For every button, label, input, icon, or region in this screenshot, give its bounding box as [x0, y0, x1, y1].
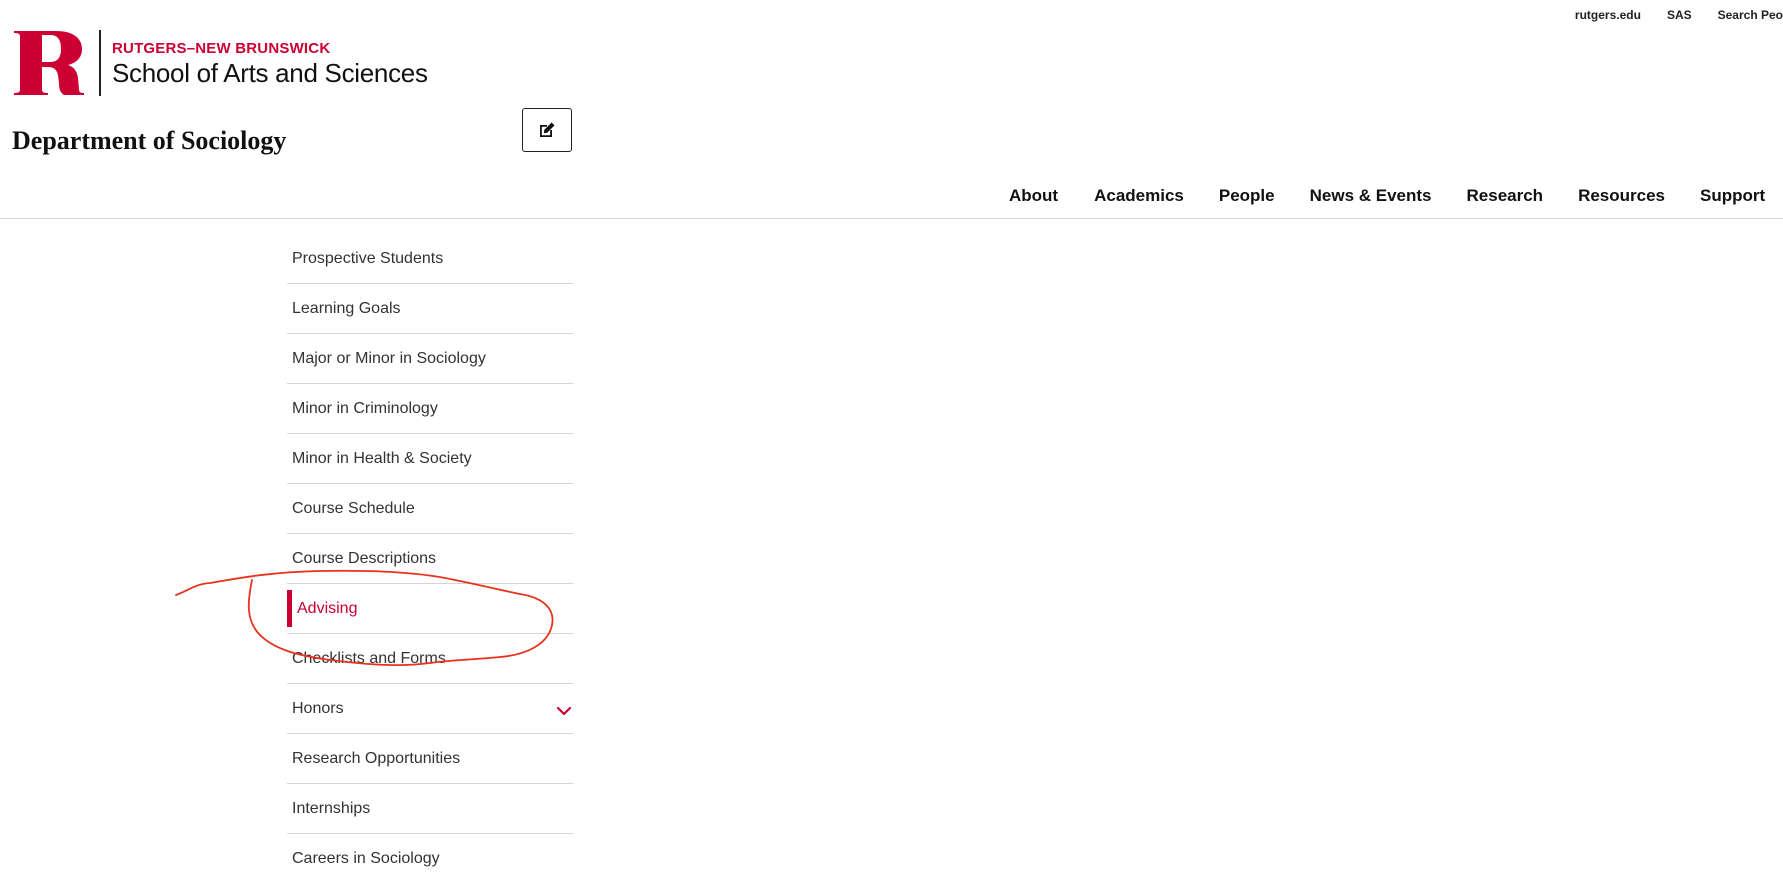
rutgers-r-logo — [14, 31, 84, 95]
sidebar-item-course-schedule[interactable]: Course Schedule — [287, 484, 573, 534]
nav-people[interactable]: People — [1219, 186, 1275, 206]
sidebar-item-minor-criminology[interactable]: Minor in Criminology — [287, 384, 573, 434]
sidebar-item-learning-goals[interactable]: Learning Goals — [287, 284, 573, 334]
brand-school: School of Arts and Sciences — [112, 57, 428, 88]
sidebar-item-label: Advising — [297, 599, 358, 617]
department-title[interactable]: Department of Sociology — [12, 126, 286, 156]
sidebar-item-label: Learning Goals — [292, 299, 401, 317]
brand-campus: RUTGERS–NEW BRUNSWICK — [112, 39, 331, 57]
sidebar-item-label: Minor in Criminology — [292, 399, 438, 417]
edit-icon — [540, 122, 555, 137]
sidebar-item-label: Minor in Health & Society — [292, 449, 472, 467]
sidebar-item-label: Prospective Students — [292, 249, 444, 267]
sidebar-item-label: Research Opportunities — [292, 749, 461, 767]
nav-support[interactable]: Support — [1700, 186, 1765, 206]
utility-link-sas[interactable]: SAS — [1667, 8, 1692, 22]
brand-text: RUTGERS–NEW BRUNSWICK School of Arts and… — [112, 41, 428, 86]
sidebar-item-label: Course Schedule — [292, 499, 415, 517]
main-nav: About Academics People News & Events Res… — [1009, 186, 1783, 206]
chevron-down-icon[interactable] — [555, 702, 573, 720]
sidebar-item-careers[interactable]: Careers in Sociology — [287, 834, 573, 884]
nav-about[interactable]: About — [1009, 186, 1058, 206]
sidebar-item-prospective-students[interactable]: Prospective Students — [287, 234, 573, 284]
sidebar-item-honors[interactable]: Honors — [287, 684, 573, 734]
sidebar-item-label: Checklists and Forms — [292, 649, 446, 667]
utility-bar: rutgers.edu SAS Search Peo — [1575, 8, 1783, 22]
brand-divider — [99, 30, 101, 96]
sidebar-nav: Prospective Students Learning Goals Majo… — [287, 234, 573, 884]
header-divider — [0, 218, 1783, 219]
sidebar-item-advising[interactable]: Advising — [287, 584, 573, 634]
sidebar-item-label: Honors — [292, 699, 344, 717]
sidebar-item-minor-health-society[interactable]: Minor in Health & Society — [287, 434, 573, 484]
edit-button[interactable] — [522, 108, 572, 152]
utility-link-search-people[interactable]: Search Peo — [1718, 8, 1783, 22]
sidebar-item-label: Careers in Sociology — [292, 850, 440, 867]
nav-research[interactable]: Research — [1467, 186, 1544, 206]
sidebar-item-label: Course Descriptions — [292, 549, 437, 567]
sidebar-item-label: Major or Minor in Sociology — [292, 349, 486, 367]
nav-resources[interactable]: Resources — [1578, 186, 1665, 206]
site-brand[interactable]: RUTGERS–NEW BRUNSWICK School of Arts and… — [12, 29, 428, 97]
nav-news-events[interactable]: News & Events — [1310, 186, 1432, 206]
sidebar-item-course-descriptions[interactable]: Course Descriptions — [287, 534, 573, 584]
utility-link-rutgers[interactable]: rutgers.edu — [1575, 8, 1641, 22]
sidebar-item-checklists-forms[interactable]: Checklists and Forms — [287, 634, 573, 684]
sidebar-item-major-minor[interactable]: Major or Minor in Sociology — [287, 334, 573, 384]
sidebar-item-research-opportunities[interactable]: Research Opportunities — [287, 734, 573, 784]
sidebar-item-label: Internships — [292, 799, 371, 817]
sidebar-item-internships[interactable]: Internships — [287, 784, 573, 834]
nav-academics[interactable]: Academics — [1094, 186, 1184, 206]
